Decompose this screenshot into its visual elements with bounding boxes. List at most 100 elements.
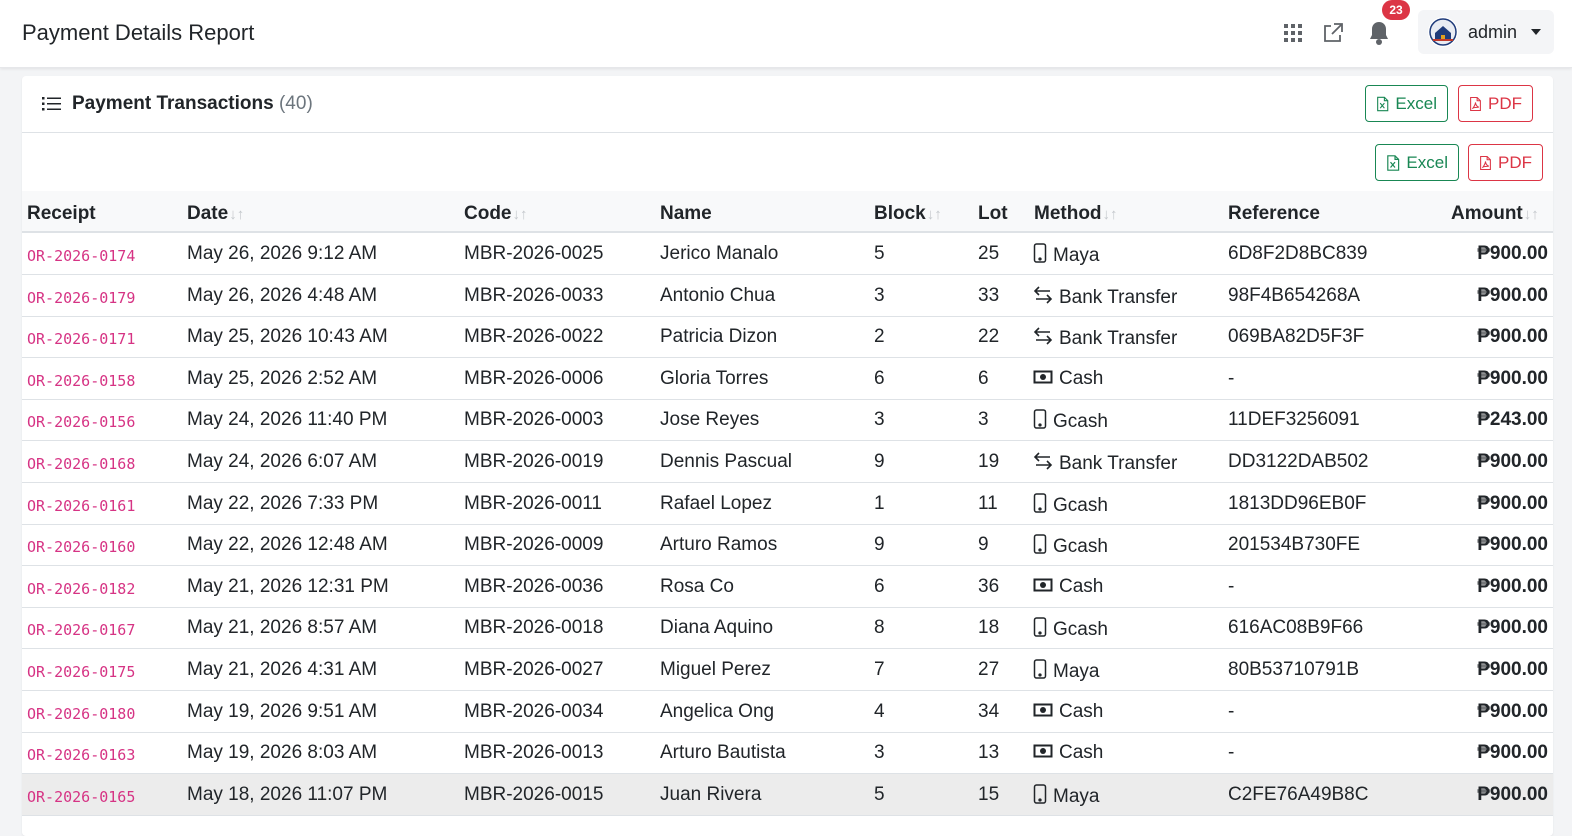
header-method[interactable]: Method↓↑ — [1034, 203, 1118, 225]
cell-code: MBR-2026-0025 — [464, 243, 604, 264]
header-excel-label: Excel — [1395, 93, 1437, 113]
phone-icon — [1033, 409, 1053, 435]
phone-icon — [1033, 534, 1053, 560]
cell-date: May 25, 2026 10:43 AM — [187, 326, 388, 348]
header-receipt: Receipt — [27, 203, 96, 224]
cell-reference: 6D8F2D8BC839 — [1228, 243, 1368, 264]
cell-lot: 33 — [978, 284, 1000, 306]
sort-icon: ↓↑ — [229, 206, 245, 223]
cell-code: MBR-2026-0019 — [464, 451, 604, 472]
cell-receipt: OR-2026-0165 — [27, 787, 136, 806]
cell-block: 6 — [874, 367, 885, 389]
method-label: Gcash — [1053, 536, 1108, 558]
cell-receipt: OR-2026-0175 — [27, 663, 136, 681]
cell-code: MBR-2026-0003 — [464, 409, 604, 431]
table-row[interactable]: OR-2026-0175 May 21, 2026 4:31 AM MBR-2026… — [22, 649, 1553, 691]
external-link-icon[interactable] — [1320, 20, 1346, 46]
bell-icon[interactable] — [1366, 20, 1392, 46]
cell-lot: 18 — [978, 617, 1000, 639]
cell-date: May 21, 2026 12:31 PM — [187, 575, 389, 597]
user-menu[interactable]: admin — [1418, 10, 1554, 54]
transfer-arrows-icon — [1033, 451, 1059, 477]
cell-block: 2 — [874, 326, 885, 348]
cell-date: May 19, 2026 9:51 AM — [187, 700, 378, 722]
cell-reference: 616AC08B9F66 — [1228, 617, 1364, 639]
cell-lot: 6 — [978, 367, 989, 389]
cell-block: 1 — [874, 492, 885, 514]
cell-amount: ₱900.00 — [1477, 575, 1548, 597]
header-amount[interactable]: Amount↓↑ — [1451, 203, 1539, 225]
table-row[interactable]: OR-2026-0167 May 21, 2026 8:57 AM MBR-2026… — [22, 607, 1553, 650]
cell-method: Gcash — [1033, 409, 1108, 435]
header-block[interactable]: Block↓↑ — [874, 203, 942, 225]
header-pdf-button[interactable]: PDF — [1458, 85, 1533, 122]
cell-method: Cash — [1033, 701, 1103, 723]
cell-reference: 11DEF3256091 — [1228, 409, 1360, 431]
method-label: Cash — [1059, 742, 1104, 764]
cell-lot: 15 — [978, 783, 1000, 805]
card-title: Payment Transactions (40) — [72, 93, 313, 115]
cell-amount: ₱900.00 — [1477, 700, 1548, 722]
table-row[interactable]: OR-2026-0165 May 18, 2026 11:07 PM MBR-202… — [22, 773, 1553, 816]
header-date[interactable]: Date↓↑ — [187, 203, 244, 225]
header-excel-button[interactable]: Excel — [1365, 85, 1448, 122]
transaction-count: (40) — [278, 93, 313, 114]
table-row[interactable]: OR-2026-0163 May 19, 2026 8:03 AM MBR-2026… — [22, 732, 1553, 775]
transfer-arrows-icon — [1033, 326, 1059, 352]
top-navbar: Payment Details Report 23 admin — [0, 0, 1572, 68]
table-row[interactable]: OR-2026-0174 May 26, 2026 9:12 AM MBR-2026… — [22, 233, 1553, 275]
cell-method: Maya — [1033, 784, 1099, 810]
cell-receipt: OR-2026-0158 — [27, 371, 136, 390]
table-row[interactable]: OR-2026-0179 May 26, 2026 4:48 AM MBR-2026… — [22, 275, 1553, 317]
cell-block: 5 — [874, 783, 885, 805]
table-header-row: Receipt Date↓↑ Code↓↑ Name Block↓↑ Lot M… — [22, 191, 1553, 233]
cell-date: May 24, 2026 6:07 AM — [187, 451, 378, 472]
avatar-logo-icon — [1428, 17, 1458, 47]
cell-receipt: OR-2026-0180 — [27, 704, 136, 723]
cell-lot: 9 — [978, 534, 989, 556]
cell-reference: - — [1228, 575, 1235, 597]
apps-grid-icon[interactable] — [1280, 20, 1306, 46]
cell-receipt: OR-2026-0168 — [27, 455, 136, 473]
cell-lot: 27 — [978, 659, 1000, 680]
header-pdf-label: PDF — [1488, 93, 1522, 113]
cell-reference: 069BA82D5F3F — [1228, 326, 1365, 348]
method-label: Maya — [1053, 785, 1100, 807]
table-row[interactable]: OR-2026-0171 May 25, 2026 10:43 AM MBR-202… — [22, 316, 1553, 359]
table-pdf-button[interactable]: PDF — [1468, 144, 1543, 181]
cell-name: Juan Rivera — [660, 783, 762, 805]
table-row[interactable]: OR-2026-0180 May 19, 2026 9:51 AM MBR-2026… — [22, 691, 1553, 733]
table-row[interactable]: OR-2026-0160 May 22, 2026 12:48 AM MBR-202… — [22, 524, 1553, 567]
cell-date: May 24, 2026 11:40 PM — [187, 409, 388, 431]
cell-block: 8 — [874, 617, 885, 639]
cell-name: Diana Aquino — [660, 617, 774, 639]
cell-code: MBR-2026-0022 — [464, 326, 604, 348]
cell-block: 4 — [874, 700, 885, 722]
method-label: Gcash — [1053, 411, 1108, 433]
cell-lot: 3 — [978, 409, 989, 431]
cell-name: Rafael Lopez — [660, 492, 772, 514]
payment-transactions-card: Payment Transactions (40) Excel PDF Exce… — [22, 76, 1553, 836]
cell-method: Maya — [1033, 243, 1099, 269]
table-row[interactable]: OR-2026-0161 May 22, 2026 7:33 PM MBR-2026… — [22, 483, 1553, 525]
cell-reference: 1813DD96EB0F — [1228, 492, 1367, 514]
cell-amount: ₱900.00 — [1477, 742, 1548, 764]
table-excel-button[interactable]: Excel — [1375, 144, 1459, 181]
table-row[interactable]: OR-2026-0168 May 24, 2026 6:07 AM MBR-2026… — [22, 441, 1553, 483]
cell-name: Jose Reyes — [660, 409, 760, 431]
cell-lot: 36 — [978, 575, 1000, 597]
method-label: Gcash — [1053, 494, 1108, 516]
cell-amount: ₱900.00 — [1477, 492, 1548, 514]
cell-receipt: OR-2026-0160 — [27, 538, 136, 557]
table-row[interactable]: OR-2026-0156 May 24, 2026 11:40 PM MBR-202… — [22, 399, 1553, 442]
header-code[interactable]: Code↓↑ — [464, 203, 528, 225]
transfer-arrows-icon — [1033, 285, 1059, 311]
table-row[interactable]: OR-2026-0182 May 21, 2026 12:31 PM MBR-202… — [22, 566, 1553, 608]
table-row[interactable]: OR-2026-0158 May 25, 2026 2:52 AM MBR-2026… — [22, 358, 1553, 400]
cell-code: MBR-2026-0009 — [464, 534, 604, 556]
cell-code: MBR-2026-0015 — [464, 783, 604, 805]
cell-reference: 98F4B654268A — [1228, 284, 1361, 306]
cell-method: Maya — [1033, 659, 1099, 685]
cell-method: Cash — [1033, 368, 1103, 390]
cash-icon — [1033, 742, 1059, 764]
